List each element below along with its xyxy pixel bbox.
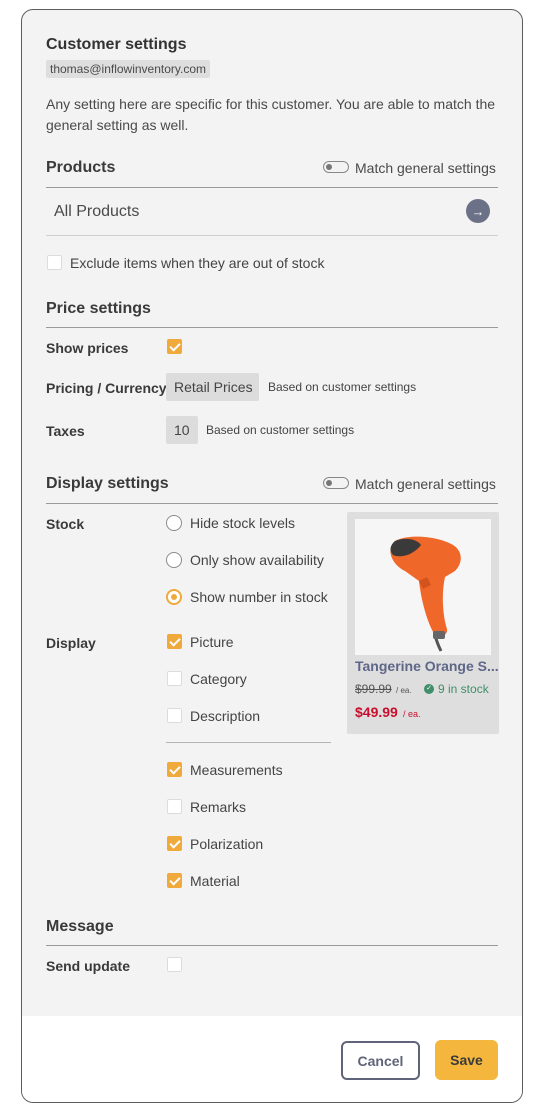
display-option-label: Remarks xyxy=(190,799,247,815)
pricing-currency-label: Pricing / Currency xyxy=(46,380,167,396)
stock-radio-number[interactable] xyxy=(166,589,182,605)
cancel-button[interactable]: Cancel xyxy=(341,1041,420,1080)
price-section-title: Price settings xyxy=(46,300,151,317)
stock-radio-hide[interactable] xyxy=(166,515,182,531)
divider xyxy=(46,945,498,946)
display-polarization-checkbox[interactable] xyxy=(167,836,182,851)
display-match-label: Match general settings xyxy=(355,476,496,492)
check-circle-icon: ✓ xyxy=(424,684,434,694)
exclude-out-of-stock-checkbox[interactable] xyxy=(47,255,62,270)
stock-option-label: Only show availability xyxy=(190,552,324,568)
products-match-toggle[interactable] xyxy=(323,161,349,173)
divider xyxy=(46,235,498,236)
show-prices-label: Show prices xyxy=(46,340,129,356)
divider xyxy=(46,503,498,504)
barcode-scanner-icon xyxy=(390,536,461,652)
display-picture-checkbox[interactable] xyxy=(167,634,182,649)
divider xyxy=(166,742,331,743)
display-option-label: Measurements xyxy=(190,762,283,778)
preview-old-price: $99.99 xyxy=(355,682,392,696)
display-remarks-checkbox[interactable] xyxy=(167,799,182,814)
stock-radio-availability[interactable] xyxy=(166,552,182,568)
products-section-title: Products xyxy=(46,159,116,176)
display-option-label: Description xyxy=(190,708,261,724)
preview-unit: / ea. xyxy=(403,709,421,719)
send-update-label: Send update xyxy=(46,958,131,974)
pricing-note: Based on customer settings xyxy=(268,380,417,394)
preview-price: $49.99 xyxy=(355,704,398,720)
taxes-note: Based on customer settings xyxy=(206,423,355,437)
taxes-label: Taxes xyxy=(46,423,85,439)
customer-settings-panel: Customer settings thomas@inflowinventory… xyxy=(21,9,523,1103)
exclude-out-of-stock-label: Exclude items when they are out of stock xyxy=(70,255,325,271)
send-update-checkbox[interactable] xyxy=(167,957,182,972)
display-option-label: Material xyxy=(190,873,240,889)
panel-description: Any setting here are specific for this c… xyxy=(46,96,496,133)
display-section-title: Display settings xyxy=(46,475,169,492)
save-button[interactable]: Save xyxy=(435,1040,498,1080)
stock-label: Stock xyxy=(46,516,85,532)
display-option-label: Category xyxy=(190,671,247,687)
stock-option-label: Show number in stock xyxy=(190,589,328,605)
display-description-checkbox[interactable] xyxy=(167,708,182,723)
pricing-currency-select[interactable]: Retail Prices xyxy=(166,373,259,401)
product-preview-card: Tangerine Orange S... $99.99 / ea. ✓ 9 i… xyxy=(347,512,499,734)
preview-stock: 9 in stock xyxy=(438,682,489,696)
products-match-label: Match general settings xyxy=(355,160,496,176)
stock-option-label: Hide stock levels xyxy=(190,515,296,531)
display-material-checkbox[interactable] xyxy=(167,873,182,888)
display-option-label: Picture xyxy=(190,634,234,650)
products-selector-label: All Products xyxy=(54,203,140,220)
divider xyxy=(46,187,498,188)
product-image xyxy=(355,519,491,655)
display-label: Display xyxy=(46,635,96,651)
display-category-checkbox[interactable] xyxy=(167,671,182,686)
customer-email: thomas@inflowinventory.com xyxy=(46,60,211,78)
message-section-title: Message xyxy=(46,918,114,935)
display-measurements-checkbox[interactable] xyxy=(167,762,182,777)
divider xyxy=(46,327,498,328)
dialog-footer: Cancel Save xyxy=(22,1016,522,1102)
taxes-input[interactable]: 10 xyxy=(166,416,198,444)
preview-product-name[interactable]: Tangerine Orange S... xyxy=(355,658,499,674)
display-option-label: Polarization xyxy=(190,836,264,852)
panel-title: Customer settings xyxy=(46,36,187,53)
preview-old-unit: / ea. xyxy=(396,686,412,695)
display-match-toggle[interactable] xyxy=(323,477,349,489)
arrow-right-icon[interactable]: → xyxy=(466,199,490,223)
show-prices-checkbox[interactable] xyxy=(167,339,182,354)
